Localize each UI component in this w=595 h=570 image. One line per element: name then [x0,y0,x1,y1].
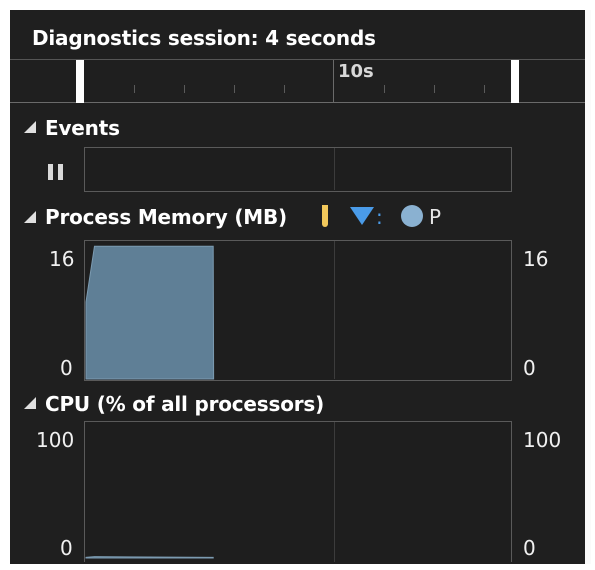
memory-area-series [85,245,215,380]
charts-layer [85,245,215,559]
cpu-area-series [85,556,214,559]
